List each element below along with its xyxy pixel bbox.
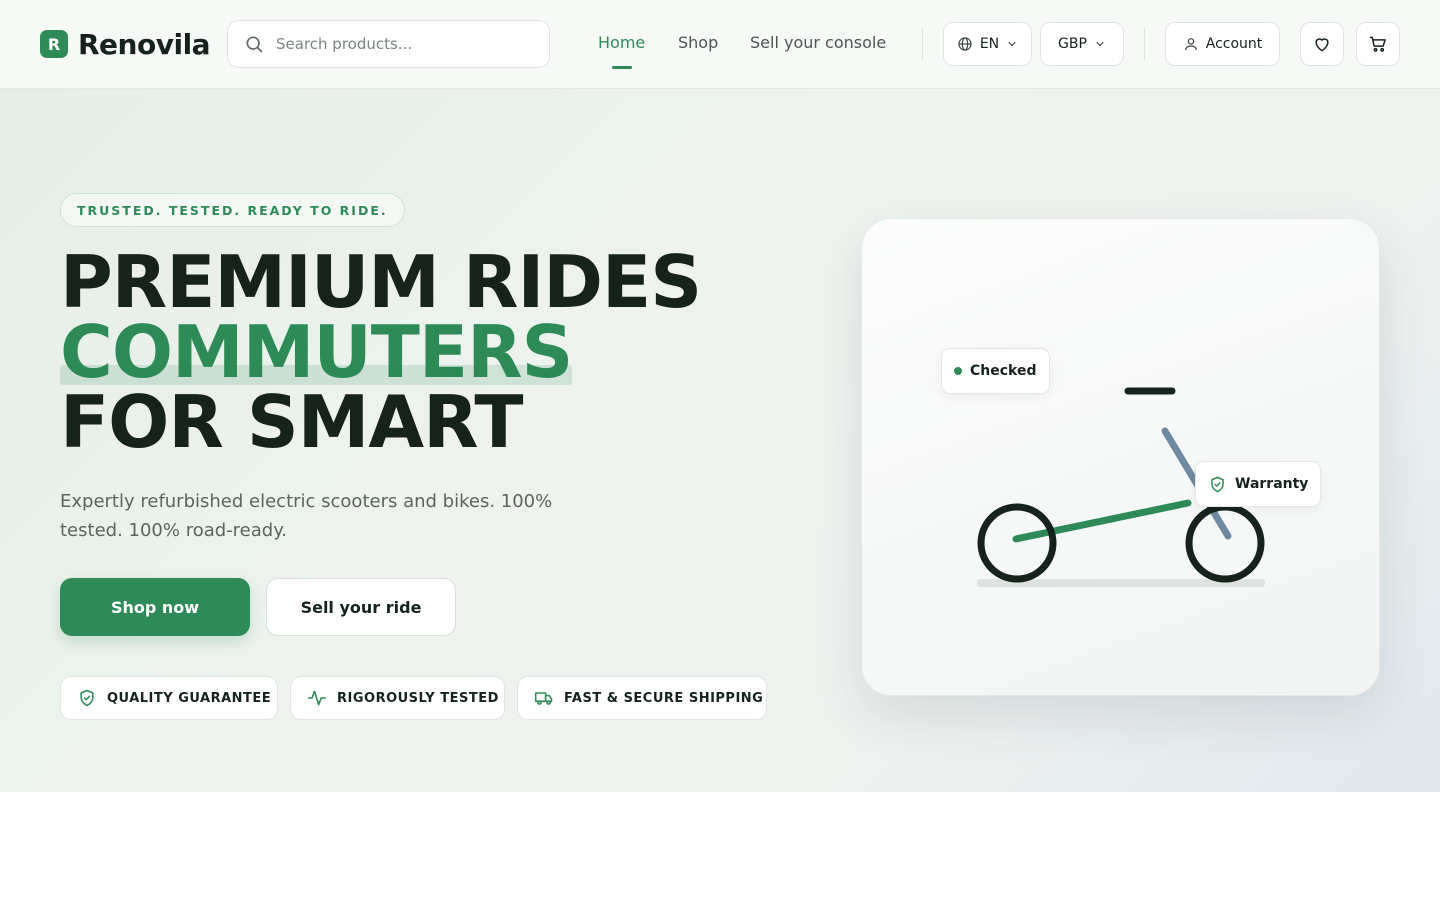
search-input[interactable]: [276, 35, 526, 53]
globe-icon: [958, 37, 972, 51]
chevron-down-icon: [1096, 41, 1104, 47]
headline-accent: COMMUTERS: [60, 310, 573, 394]
cart-icon: [1369, 36, 1386, 52]
hero-eyebrow: TRUSTED. TESTED. READY TO RIDE.: [60, 193, 405, 227]
badge-label: QUALITY GUARANTEE: [107, 690, 272, 706]
account-button[interactable]: Account: [1165, 22, 1280, 66]
scooter-rear-wheel: [977, 503, 1057, 583]
brand-name: Renovila: [78, 27, 211, 61]
checked-label: Checked: [970, 363, 1037, 379]
truck-icon: [534, 692, 553, 705]
shield-check-icon: [80, 689, 94, 707]
product-image-card: Checked Warranty: [861, 218, 1380, 696]
sell-your-ride-button[interactable]: Sell your ride: [266, 578, 456, 636]
shipping-badge: FAST & SECURE SHIPPING: [517, 676, 767, 720]
brand-logo[interactable]: R Renovila: [40, 27, 211, 61]
top-header: R Renovila Home Shop Sell your console E…: [0, 0, 1440, 89]
nav-sell-console[interactable]: Sell your console: [750, 33, 886, 55]
chevron-down-icon: [1008, 41, 1016, 47]
headline-line-3: FOR SMART: [60, 380, 523, 464]
quality-guarantee-badge: QUALITY GUARANTEE: [60, 676, 278, 720]
divider: [1144, 27, 1145, 61]
badge-label: FAST & SECURE SHIPPING: [564, 690, 764, 706]
hero-headline: PREMIUM RIDES COMMUTERS FOR SMART: [60, 240, 702, 464]
activity-icon: [307, 690, 327, 706]
checked-tag: Checked: [941, 348, 1050, 394]
nav-home[interactable]: Home: [598, 33, 645, 69]
language-select[interactable]: EN: [943, 22, 1032, 66]
search-icon: [246, 36, 263, 53]
shield-check-icon: [1211, 476, 1224, 492]
divider: [922, 27, 923, 61]
language-value: EN: [979, 36, 1000, 52]
cart-button[interactable]: [1356, 22, 1400, 66]
account-label: Account: [1205, 36, 1263, 52]
heart-icon: [1315, 38, 1329, 52]
scooter-illustration: [977, 387, 1265, 587]
nav-shop[interactable]: Shop: [678, 33, 718, 55]
status-dot: [954, 367, 962, 375]
currency-value: GBP: [1058, 36, 1087, 52]
logo-mark: R: [40, 30, 68, 58]
search-bar[interactable]: [227, 20, 550, 68]
warranty-tag: Warranty: [1195, 461, 1321, 507]
warranty-label: Warranty: [1235, 476, 1309, 492]
rigorously-tested-badge: RIGOROUSLY TESTED: [290, 676, 505, 720]
hero-subtitle: Expertly refurbished electric scooters a…: [60, 491, 553, 541]
currency-select[interactable]: GBP: [1040, 22, 1124, 66]
headline-line-1: PREMIUM RIDES: [60, 240, 702, 324]
user-icon: [1184, 38, 1197, 51]
scooter-front-wheel: [1185, 503, 1265, 583]
badge-label: RIGOROUSLY TESTED: [337, 690, 499, 706]
wishlist-button[interactable]: [1300, 22, 1344, 66]
shop-now-button[interactable]: Shop now: [60, 578, 250, 636]
hero-section: TRUSTED. TESTED. READY TO RIDE. PREMIUM …: [0, 89, 1440, 792]
